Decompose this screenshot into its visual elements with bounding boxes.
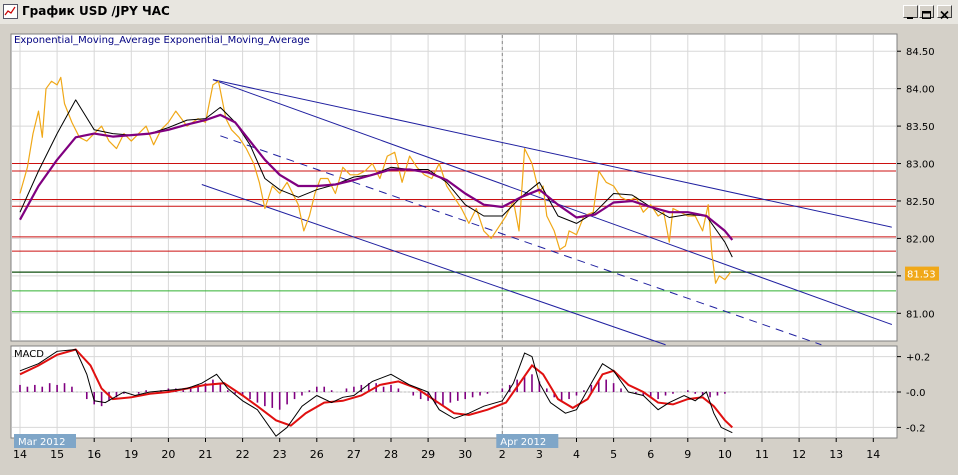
chart-app-icon (3, 4, 18, 19)
chart-area[interactable]: Exponential_Moving_Average Exponential_M… (0, 24, 958, 475)
month-label: Apr 2012 (500, 437, 546, 448)
month-label-tag: Apr 2012 (496, 434, 559, 448)
x-tick-label: 29 (421, 448, 435, 461)
x-tick-label: 19 (124, 448, 138, 461)
y-tick-label: 82.00 (906, 234, 935, 245)
close-button[interactable] (937, 5, 952, 20)
x-tick-label: 4 (573, 448, 580, 461)
month-label: Mar 2012 (18, 437, 66, 448)
price-tag-label: 81.53 (907, 270, 936, 281)
x-tick-label: 21 (199, 448, 213, 461)
x-tick-label: 20 (161, 448, 175, 461)
x-tick-label: 9 (684, 448, 691, 461)
minimize-button[interactable] (903, 5, 918, 19)
x-tick-label: 15 (50, 448, 64, 461)
x-tick-label: 10 (718, 448, 732, 461)
x-tick-label: 26 (310, 448, 324, 461)
ema-indicator-label: Exponential_Moving_Average Exponential_M… (14, 35, 310, 46)
x-tick-label: 11 (755, 448, 769, 461)
x-tick-label: 12 (792, 448, 806, 461)
x-tick-label: 16 (87, 448, 101, 461)
x-tick-label: 6 (647, 448, 654, 461)
x-tick-label: 30 (458, 448, 472, 461)
y-tick-label: 83.50 (906, 122, 935, 133)
y-tick-label: 83.00 (906, 160, 935, 171)
title-bar[interactable]: График USD /JPY ЧАС (0, 0, 958, 25)
x-tick-label: 23 (273, 448, 287, 461)
macd-indicator-label: MACD (14, 349, 44, 360)
y-tick-label: 81.00 (906, 309, 935, 320)
x-tick-label: 13 (829, 448, 843, 461)
x-tick-label: 2 (499, 448, 506, 461)
y-tick-label: 84.00 (906, 85, 935, 96)
restore-button[interactable] (919, 5, 934, 19)
x-tick-label: 14 (866, 448, 880, 461)
x-tick-label: 22 (236, 448, 250, 461)
y-tick-label: -0.0 (906, 388, 926, 399)
close-icon (940, 10, 949, 20)
y-tick-label: 84.50 (906, 47, 935, 58)
restore-icon (922, 11, 931, 19)
x-tick-label: 28 (384, 448, 398, 461)
month-label-tag: Mar 2012 (14, 434, 76, 448)
window-title: График USD /JPY ЧАС (22, 4, 170, 18)
y-tick-label: -0.2 (906, 423, 926, 434)
price-panel[interactable] (10, 33, 898, 342)
x-tick-label: 3 (536, 448, 543, 461)
x-tick-label: 27 (347, 448, 361, 461)
y-tick-label: 82.50 (906, 197, 935, 208)
x-tick-label: 5 (610, 448, 617, 461)
minimize-icon (907, 17, 913, 19)
y-tick-label: +0.2 (906, 353, 930, 364)
x-tick-label: 14 (13, 448, 27, 461)
current-price-tag: 81.53 (905, 266, 939, 281)
